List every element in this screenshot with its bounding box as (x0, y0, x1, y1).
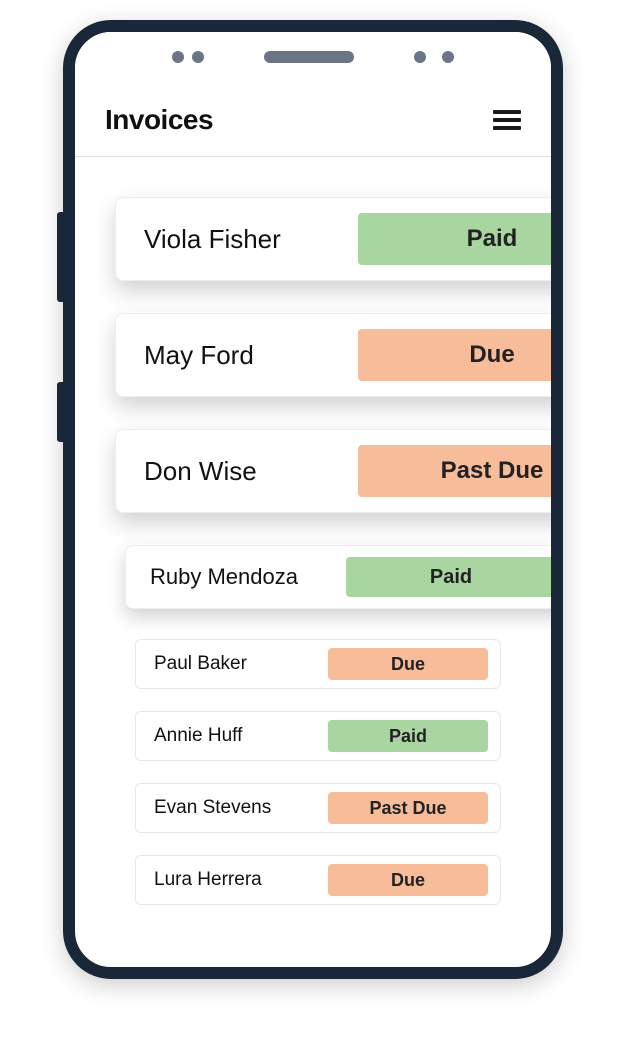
invoice-name: Don Wise (144, 456, 257, 487)
speaker-icon (264, 51, 354, 63)
phone-side-button (57, 212, 63, 302)
status-badge: Past Due (328, 792, 488, 824)
phone-sensor-bar (75, 32, 551, 82)
status-badge: Past Due (358, 445, 551, 497)
invoice-row[interactable]: Viola Fisher Paid (115, 197, 551, 281)
invoice-name: Viola Fisher (144, 224, 281, 255)
sensor-dot-icon (192, 51, 204, 63)
app-header: Invoices (75, 82, 551, 157)
invoice-row[interactable]: Annie Huff Paid (135, 711, 501, 761)
page-title: Invoices (105, 104, 213, 136)
sensor-dot-icon (414, 51, 426, 63)
status-badge: Due (358, 329, 551, 381)
invoice-name: Annie Huff (154, 725, 242, 747)
invoice-name: Evan Stevens (154, 797, 271, 819)
invoice-row[interactable]: Ruby Mendoza Paid (125, 545, 551, 609)
status-badge: Paid (358, 213, 551, 265)
invoice-name: Paul Baker (154, 653, 247, 675)
sensor-dot-icon (442, 51, 454, 63)
phone-side-button (57, 382, 63, 442)
status-badge: Paid (346, 557, 551, 597)
phone-frame: Invoices Viola Fisher Paid May Ford Due … (63, 20, 563, 979)
invoice-row[interactable]: Paul Baker Due (135, 639, 501, 689)
invoice-name: Ruby Mendoza (150, 564, 298, 590)
sensor-dot-icon (172, 51, 184, 63)
invoice-name: Lura Herrera (154, 869, 262, 891)
invoice-list: Viola Fisher Paid May Ford Due Don Wise … (75, 157, 551, 967)
menu-icon[interactable] (493, 110, 521, 130)
invoice-row[interactable]: Evan Stevens Past Due (135, 783, 501, 833)
status-badge: Paid (328, 720, 488, 752)
invoice-name: May Ford (144, 340, 254, 371)
invoice-row[interactable]: Don Wise Past Due (115, 429, 551, 513)
status-badge: Due (328, 864, 488, 896)
invoice-row[interactable]: May Ford Due (115, 313, 551, 397)
invoice-row[interactable]: Lura Herrera Due (135, 855, 501, 905)
status-badge: Due (328, 648, 488, 680)
